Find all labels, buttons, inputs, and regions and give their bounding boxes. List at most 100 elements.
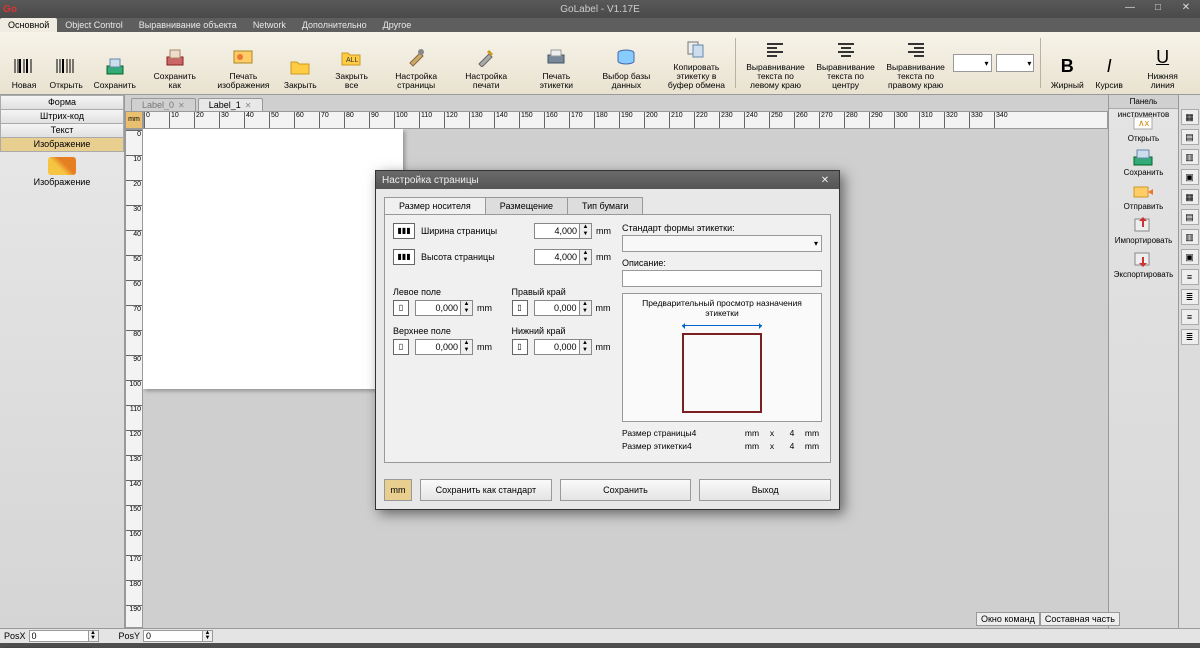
height-input[interactable] (534, 249, 580, 265)
ribbon-print-setup[interactable]: Настройка печати (453, 34, 519, 92)
left-tab-image[interactable]: Изображение (0, 137, 124, 152)
fr-btn-3[interactable]: ▥ (1181, 149, 1199, 165)
ruler-unit[interactable]: mm (125, 111, 143, 129)
left-tab-barcode[interactable]: Штрих-код (0, 109, 124, 124)
dlg-tab-placement[interactable]: Размещение (485, 197, 568, 214)
right-margin-unit: mm (596, 303, 614, 313)
fr-btn-10[interactable]: ≣ (1181, 289, 1199, 305)
menu-other[interactable]: Другое (375, 18, 420, 32)
ribbon-align-center[interactable]: Выравнивание текста по центру (813, 34, 879, 92)
send-icon (1131, 181, 1155, 201)
fr-btn-11[interactable]: ≡ (1181, 309, 1199, 325)
fr-btn-9[interactable]: ≡ (1181, 269, 1199, 285)
dlg-tab-paper-type[interactable]: Тип бумаги (567, 197, 643, 214)
rp-open[interactable]: ∧xОткрыть (1128, 113, 1159, 143)
left-tab-text[interactable]: Текст (0, 123, 124, 138)
right-margin-spinner[interactable]: ▲▼ (580, 300, 592, 316)
top-margin-spinner[interactable]: ▲▼ (461, 339, 473, 355)
margin-left-icon: ▯ (393, 300, 409, 316)
ribbon-underline[interactable]: UНижняя линия (1131, 34, 1194, 92)
ribbon-close[interactable]: Закрыть (280, 34, 320, 92)
ribbon-print-label[interactable]: Печать этикетки (523, 34, 589, 92)
posy-spinner[interactable]: ▲▼ (203, 630, 213, 642)
dialog-title-bar[interactable]: Настройка страницы ✕ (376, 171, 839, 189)
close-window-button[interactable]: ✕ (1172, 0, 1200, 18)
rp-import[interactable]: Импортировать (1115, 215, 1173, 245)
std-form-combo[interactable]: ▾ (622, 235, 822, 252)
cmd-component[interactable]: Составная часть (1040, 612, 1120, 626)
ribbon-align-left-label: Выравнивание текста по левому краю (746, 63, 805, 90)
rp-export[interactable]: Экспортировать (1114, 249, 1174, 279)
width-spinner[interactable]: ▲▼ (580, 223, 592, 239)
fr-btn-6[interactable]: ▤ (1181, 209, 1199, 225)
fr-btn-5[interactable]: ▦ (1181, 189, 1199, 205)
preview-header: Предварительный просмотр назначения этик… (627, 298, 817, 318)
fr-btn-1[interactable]: ▦ (1181, 109, 1199, 125)
left-margin-spinner[interactable]: ▲▼ (461, 300, 473, 316)
doc-tab-1[interactable]: Label_1✕ (198, 98, 263, 111)
top-margin-input[interactable] (415, 339, 461, 355)
ribbon-open[interactable]: Открыть (46, 34, 86, 92)
unit-toggle-button[interactable]: mm (384, 479, 412, 501)
posy-input[interactable] (143, 630, 203, 642)
ribbon-closeall[interactable]: ALLЗакрыть все (324, 34, 379, 92)
desc-label: Описание: (622, 258, 822, 268)
desc-input[interactable] (622, 270, 822, 287)
folder-all-icon: ALL (339, 44, 365, 70)
right-margin-input[interactable] (534, 300, 580, 316)
minimize-button[interactable]: — (1116, 0, 1144, 18)
left-margin-label: Левое поле (393, 287, 496, 297)
rp-save[interactable]: Сохранить (1124, 147, 1164, 177)
posx-input[interactable] (29, 630, 89, 642)
cmd-window[interactable]: Окно команд (976, 612, 1040, 626)
save-as-standard-button[interactable]: Сохранить как стандарт (420, 479, 552, 501)
fr-btn-12[interactable]: ≣ (1181, 329, 1199, 345)
rp-send[interactable]: Отправить (1124, 181, 1164, 211)
height-spinner[interactable]: ▲▼ (580, 249, 592, 265)
menu-main[interactable]: Основной (0, 18, 57, 32)
fr-btn-4[interactable]: ▣ (1181, 169, 1199, 185)
width-label: Ширина страницы (421, 226, 534, 236)
ribbon-italic[interactable]: IКурсив (1091, 34, 1127, 92)
left-margin-input[interactable] (415, 300, 461, 316)
ribbon-align-left[interactable]: Выравнивание текста по левому краю (742, 34, 808, 92)
fr-btn-2[interactable]: ▤ (1181, 129, 1199, 145)
svg-text:∧x: ∧x (1138, 118, 1150, 128)
font-family-combo[interactable]: ▾ (953, 54, 992, 72)
close-tab-icon[interactable]: ✕ (178, 101, 185, 110)
bottom-margin-spinner[interactable]: ▲▼ (580, 339, 592, 355)
doc-tab-0[interactable]: Label_0✕ (131, 98, 196, 111)
close-tab-icon[interactable]: ✕ (245, 101, 252, 110)
ribbon-bold[interactable]: BЖирный (1047, 34, 1087, 92)
ribbon-save[interactable]: Сохранить (90, 34, 139, 92)
posx-spinner[interactable]: ▲▼ (89, 630, 99, 642)
ribbon-printimg[interactable]: Печать изображения (210, 34, 276, 92)
menu-align[interactable]: Выравнивание объекта (131, 18, 245, 32)
align-left-icon (762, 36, 788, 61)
menu-network[interactable]: Network (245, 18, 294, 32)
ribbon-new[interactable]: Новая (6, 34, 42, 92)
ribbon-page-setup[interactable]: Настройка страницы (383, 34, 449, 92)
fr-btn-8[interactable]: ▣ (1181, 249, 1199, 265)
maximize-button[interactable]: □ (1144, 0, 1172, 18)
exit-button[interactable]: Выход (699, 479, 831, 501)
dialog-title: Настройка страницы (382, 175, 479, 186)
menu-additional[interactable]: Дополнительно (294, 18, 375, 32)
fr-btn-7[interactable]: ▥ (1181, 229, 1199, 245)
ribbon-db[interactable]: Выбор базы данных (593, 34, 659, 92)
dlg-tab-media-size[interactable]: Размер носителя (384, 197, 486, 214)
label-page[interactable] (143, 129, 403, 389)
save-button[interactable]: Сохранить (560, 479, 692, 501)
font-size-combo[interactable]: ▾ (996, 54, 1035, 72)
bottom-margin-input[interactable] (534, 339, 580, 355)
menu-object-control[interactable]: Object Control (57, 18, 131, 32)
dialog-close-button[interactable]: ✕ (817, 175, 833, 186)
image-tool-icon[interactable] (48, 157, 76, 175)
ribbon-copy[interactable]: Копировать этикетку в буфер обмена (663, 34, 729, 92)
align-right-icon (903, 36, 929, 61)
width-input[interactable] (534, 223, 580, 239)
right-panel-header: Панель инструментов (1109, 95, 1178, 109)
ribbon-align-right[interactable]: Выравнивание текста по правому краю (883, 34, 949, 92)
ribbon-saveas[interactable]: Сохранить как (143, 34, 206, 92)
left-tab-form[interactable]: Форма (0, 95, 124, 110)
